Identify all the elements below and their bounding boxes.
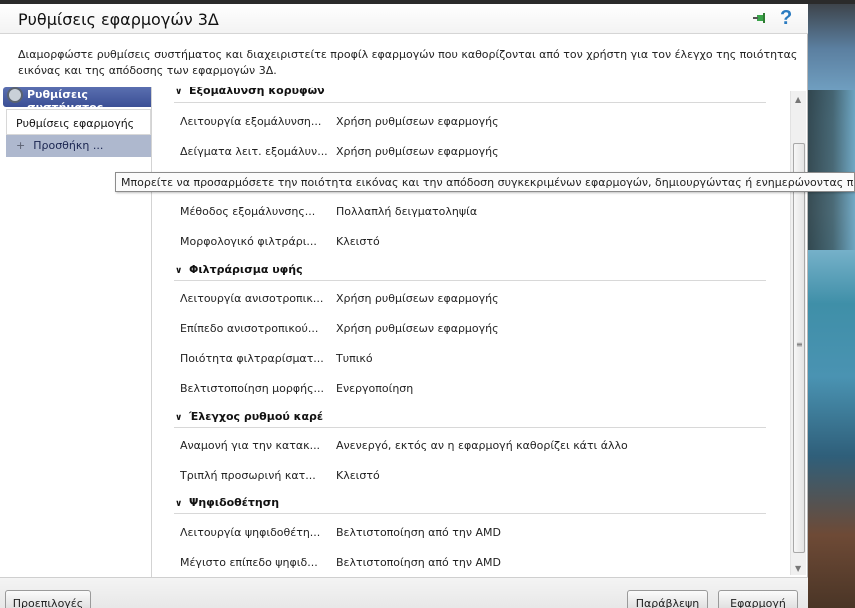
setting-label: Μέθοδος εξομάλυνσης... bbox=[180, 205, 316, 218]
setting-value[interactable]: Ανενεργό, εκτός αν η εφαρμογή καθορίζει … bbox=[336, 439, 628, 452]
vertical-scrollbar[interactable]: ▲ ≡ ▼ bbox=[790, 91, 806, 575]
tooltip: Μπορείτε να προσαρμόσετε την ποιότητα ει… bbox=[115, 172, 855, 192]
setting-value[interactable]: Ενεργοποίηση bbox=[336, 382, 413, 395]
chevron-down-icon: ∨ bbox=[175, 266, 183, 276]
setting-label: Επίπεδο ανισοτροπικού... bbox=[180, 322, 319, 335]
title-bar: Ρυθμίσεις εφαρμογών 3Δ ? bbox=[0, 4, 808, 34]
section-title: Φιλτράρισμα υφής bbox=[189, 263, 303, 276]
divider bbox=[174, 102, 766, 103]
setting-value[interactable]: Χρήση ρυθμίσεων εφαρμογής bbox=[336, 322, 499, 335]
page-description: Διαμορφώστε ρυθμίσεις συστήματος και δια… bbox=[18, 48, 798, 77]
setting-label: Λειτουργία ψηφιδοθέτη... bbox=[180, 526, 321, 539]
grip-icon: ≡ bbox=[796, 340, 803, 349]
setting-label: Μορφολογικό φιλτράρι... bbox=[180, 235, 317, 248]
setting-row[interactable]: Μορφολογικό φιλτράρι... Κλειστό bbox=[180, 235, 780, 253]
setting-value[interactable]: Τυπικό bbox=[336, 352, 373, 365]
setting-row[interactable]: Επίπεδο ανισοτροπικού... Χρήση ρυθμίσεων… bbox=[180, 322, 780, 340]
setting-value[interactable]: Κλειστό bbox=[336, 469, 380, 482]
sidebar-item-label: Προσθήκη ... bbox=[33, 139, 104, 152]
setting-row[interactable]: Μέθοδος εξομάλυνσης... Πολλαπλή δειγματο… bbox=[180, 205, 780, 223]
setting-row[interactable]: Λειτουργία εξομάλυνση... Χρήση ρυθμίσεων… bbox=[180, 115, 780, 133]
bottom-toolbar: Προεπιλογές Παράβλεψη Εφαρμογή bbox=[0, 577, 808, 608]
setting-label: Μέγιστο επίπεδο ψηφιδ... bbox=[180, 556, 318, 569]
gear-icon bbox=[7, 87, 23, 103]
setting-row[interactable]: Λειτουργία ανισοτροπικ... Χρήση ρυθμίσεω… bbox=[180, 292, 780, 310]
sidebar: Ρυθμίσεις συστήματος Ρυθμίσεις εφαρμογής… bbox=[3, 87, 151, 577]
discard-button[interactable]: Παράβλεψη bbox=[627, 590, 708, 608]
setting-label: Λειτουργία εξομάλυνση... bbox=[180, 115, 322, 128]
sidebar-item-app-settings[interactable]: Ρυθμίσεις εφαρμογής bbox=[6, 109, 151, 135]
setting-row[interactable]: Βελτιστοποίηση μορφής... Ενεργοποίηση bbox=[180, 382, 780, 400]
divider bbox=[174, 513, 766, 514]
divider bbox=[174, 280, 766, 281]
section-title: Ψηφιδοθέτηση bbox=[189, 496, 280, 509]
plus-icon: + bbox=[16, 139, 26, 152]
scroll-down-icon[interactable]: ▼ bbox=[795, 564, 801, 573]
setting-row[interactable]: Δείγματα λειτ. εξομάλυν... Χρήση ρυθμίσε… bbox=[180, 145, 780, 163]
setting-value[interactable]: Βελτιστοποίηση από την AMD bbox=[336, 556, 501, 569]
presets-button[interactable]: Προεπιλογές bbox=[5, 590, 91, 608]
setting-label: Τριπλή προσωρινή κατ... bbox=[180, 469, 316, 482]
chevron-down-icon: ∨ bbox=[175, 499, 183, 509]
setting-row[interactable]: Μέγιστο επίπεδο ψηφιδ... Βελτιστοποίηση … bbox=[180, 556, 780, 574]
divider bbox=[174, 427, 766, 428]
setting-value[interactable]: Κλειστό bbox=[336, 235, 380, 248]
section-title: Εξομάλυνση κορυφών bbox=[189, 87, 325, 97]
setting-value[interactable]: Χρήση ρυθμίσεων εφαρμογής bbox=[336, 145, 499, 158]
setting-row[interactable]: Ποιότητα φιλτραρίσματ... Τυπικό bbox=[180, 352, 780, 370]
wallpaper-shadow bbox=[800, 90, 855, 250]
setting-label: Λειτουργία ανισοτροπικ... bbox=[180, 292, 324, 305]
help-icon[interactable]: ? bbox=[780, 7, 792, 30]
chevron-down-icon: ∨ bbox=[175, 87, 183, 97]
scroll-up-icon[interactable]: ▲ bbox=[795, 95, 801, 104]
setting-value[interactable]: Χρήση ρυθμίσεων εφαρμογής bbox=[336, 115, 499, 128]
setting-row[interactable]: Τριπλή προσωρινή κατ... Κλειστό bbox=[180, 469, 780, 487]
sidebar-item-add[interactable]: + Προσθήκη ... bbox=[6, 135, 151, 157]
pin-icon[interactable] bbox=[752, 11, 768, 25]
sidebar-header-label: Ρυθμίσεις συστήματος bbox=[27, 88, 103, 107]
setting-value[interactable]: Βελτιστοποίηση από την AMD bbox=[336, 526, 501, 539]
apply-button[interactable]: Εφαρμογή bbox=[718, 590, 798, 608]
sidebar-header-system-settings[interactable]: Ρυθμίσεις συστήματος bbox=[3, 87, 151, 107]
setting-row[interactable]: Λειτουργία ψηφιδοθέτη... Βελτιστοποίηση … bbox=[180, 526, 780, 544]
desktop-wallpaper bbox=[800, 0, 855, 608]
scrollbar-thumb[interactable]: ≡ bbox=[793, 143, 805, 553]
setting-label: Ποιότητα φιλτραρίσματ... bbox=[180, 352, 324, 365]
setting-row[interactable]: Αναμονή για την κατακ... Ανενεργό, εκτός… bbox=[180, 439, 780, 457]
section-title: Έλεγχος ρυθμού καρέ bbox=[189, 410, 324, 423]
setting-label: Βελτιστοποίηση μορφής... bbox=[180, 382, 325, 395]
setting-label: Δείγματα λειτ. εξομάλυν... bbox=[180, 145, 328, 158]
setting-value[interactable]: Χρήση ρυθμίσεων εφαρμογής bbox=[336, 292, 499, 305]
chevron-down-icon: ∨ bbox=[175, 413, 183, 423]
window-title: Ρυθμίσεις εφαρμογών 3Δ bbox=[18, 10, 219, 29]
setting-label: Αναμονή για την κατακ... bbox=[180, 439, 321, 452]
settings-panel: ∨ Εξομάλυνση κορυφών Λειτουργία εξομάλυνσ… bbox=[151, 87, 805, 577]
sidebar-item-label: Ρυθμίσεις εφαρμογής bbox=[16, 117, 135, 130]
app-window: Ρυθμίσεις εφαρμογών 3Δ ? Διαμορφώστε ρυθ… bbox=[0, 4, 808, 608]
setting-value[interactable]: Πολλαπλή δειγματοληψία bbox=[336, 205, 477, 218]
